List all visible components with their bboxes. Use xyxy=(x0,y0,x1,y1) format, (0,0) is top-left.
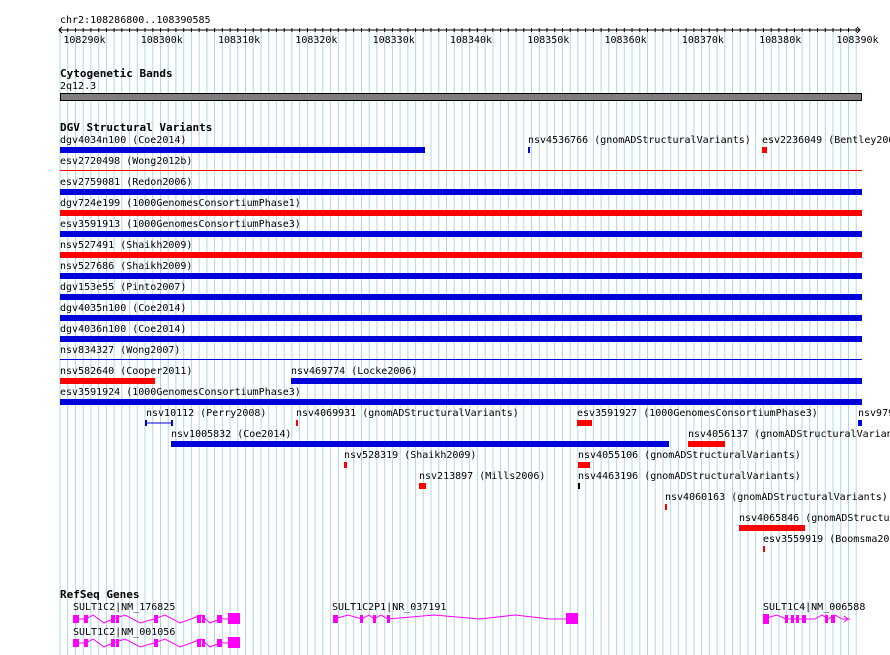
variant-label: nsv528319 (Shaikh2009) xyxy=(344,450,477,461)
variant-label: nsv4069931 (gnomADStructuralVariants) xyxy=(296,408,519,419)
ruler-tick-label: 108390k xyxy=(836,35,879,46)
variant-label: dgv153e55 (Pinto2007) xyxy=(60,282,187,293)
ruler-tick-label: 108290k xyxy=(63,35,106,46)
variant-bar-dgv724e199[interactable] xyxy=(60,210,862,216)
variant-label: nsv582640 (Cooper2011) xyxy=(60,366,193,377)
variant-bar-esv3559919[interactable] xyxy=(763,546,765,552)
ruler-tick-label: 108300k xyxy=(140,35,183,46)
dgv-track-title[interactable]: DGV Structural Variants xyxy=(60,122,212,134)
ruler-tick-label: 108320k xyxy=(295,35,338,46)
variant-label: nsv834327 (Wong2007) xyxy=(60,345,181,356)
variant-bar-nsv4069931[interactable] xyxy=(296,420,298,426)
variant-label: nsv4065846 (gnomADStructuralVariants) xyxy=(739,513,890,524)
variant-bar-esv3591924[interactable] xyxy=(60,399,862,405)
variant-bar-nsv834327[interactable] xyxy=(60,359,862,360)
variant-bar-nsv4056137[interactable] xyxy=(688,441,725,447)
variant-bar-esv3591927[interactable] xyxy=(577,420,592,426)
ruler-tick-label: 108370k xyxy=(681,35,724,46)
variant-bar-nsv527686[interactable] xyxy=(60,273,862,279)
variant-label: nsv4463196 (gnomADStructuralVariants) xyxy=(578,471,801,482)
variant-label: nsv213897 (Mills2006) xyxy=(419,471,546,482)
variant-label: nsv527491 (Shaikh2009) xyxy=(60,240,193,251)
variant-label: esv3591927 (1000GenomesConsortiumPhase3) xyxy=(577,408,818,419)
variant-bar-nsv4463196[interactable] xyxy=(578,483,580,489)
ruler-tick-label: 108360k xyxy=(604,35,647,46)
variant-label: nsv4060163 (gnomADStructuralVariants) xyxy=(665,492,888,503)
ruler-tick-label: 108350k xyxy=(527,35,570,46)
ruler-tick-label: 108330k xyxy=(372,35,415,46)
variant-bar-dgv4035n100[interactable] xyxy=(60,315,862,321)
gene-model-sult1c2-nm-176825[interactable] xyxy=(70,612,245,626)
gene-model-sult1c4-nm-006588[interactable] xyxy=(760,612,855,626)
ruler-axis xyxy=(58,26,861,34)
variant-label: dgv4034n100 (Coe2014) xyxy=(60,135,187,146)
variant-label: esv3591924 (1000GenomesConsortiumPhase3) xyxy=(60,387,301,398)
variant-label: esv2720498 (Wong2012b) xyxy=(60,156,193,167)
variant-label: dgv4035n100 (Coe2014) xyxy=(60,303,187,314)
variant-label: esv2236049 (Bentley2008) xyxy=(762,135,890,146)
variant-bar-nsv4055106[interactable] xyxy=(578,462,590,468)
variant-label: dgv724e199 (1000GenomesConsortiumPhase1) xyxy=(60,198,301,209)
variant-bar-nsv213897[interactable] xyxy=(419,483,426,489)
refseq-track-title[interactable]: RefSeq Genes xyxy=(60,589,139,601)
ruler-tick-label: 108340k xyxy=(449,35,493,46)
variant-bar-nsv1005832[interactable] xyxy=(171,441,669,447)
variant-bar-nsv4060163[interactable] xyxy=(665,504,667,510)
variant-bar-esv3591913[interactable] xyxy=(60,231,862,237)
variant-bar-nsv979[interactable] xyxy=(858,420,862,426)
variant-bar-esv2720498[interactable] xyxy=(60,170,862,171)
variant-label: esv2759081 (Redon2006) xyxy=(60,177,193,188)
variant-bar-nsv4065846[interactable] xyxy=(739,525,805,531)
variant-label: nsv979 xyxy=(858,408,890,419)
variant-label: nsv4056137 (gnomADStructuralVariants) xyxy=(688,429,890,440)
variant-label: esv3559919 (Boomsma2014) xyxy=(763,534,890,545)
variant-bar-dgv4036n100[interactable] xyxy=(60,336,862,342)
gene-model-sult1c2p1-nr-037191[interactable] xyxy=(330,612,580,626)
variant-bar-nsv469774[interactable] xyxy=(291,378,862,384)
variant-label: nsv1005832 (Coe2014) xyxy=(171,429,292,440)
cytoband-track-title[interactable]: Cytogenetic Bands xyxy=(60,68,173,80)
genome-browser-panel: chr2:108286800..108390585 108290k 108300k… xyxy=(0,0,890,655)
ruler-tick-label: 108380k xyxy=(759,35,802,46)
variant-bar-nsv582640[interactable] xyxy=(60,378,155,384)
variant-bar-esv2236049[interactable] xyxy=(762,147,767,153)
variant-bar-nsv527491[interactable] xyxy=(60,252,862,258)
variant-label: nsv469774 (Locke2006) xyxy=(291,366,418,377)
variant-bar-dgv153e55[interactable] xyxy=(60,294,862,300)
cytoband-label: 2q12.3 xyxy=(60,81,97,92)
variant-label: nsv4536766 (gnomADStructuralVariants) xyxy=(528,135,751,146)
variant-label: dgv4036n100 (Coe2014) xyxy=(60,324,187,335)
variant-bar-nsv4536766[interactable] xyxy=(528,147,530,153)
variant-bar-nsv10112[interactable] xyxy=(145,418,175,428)
variant-label: nsv4055106 (gnomADStructuralVariants) xyxy=(578,450,801,461)
ruler-tick-label: 108310k xyxy=(218,35,261,46)
cytoband-2q12-3[interactable] xyxy=(60,93,862,101)
variant-label: nsv527686 (Shaikh2009) xyxy=(60,261,193,272)
variant-label: esv3591913 (1000GenomesConsortiumPhase3) xyxy=(60,219,301,230)
variant-bar-esv2759081[interactable] xyxy=(60,189,862,195)
variant-bar-nsv528319[interactable] xyxy=(344,462,347,468)
variant-bar-dgv4034n100[interactable] xyxy=(60,147,425,153)
gene-model-sult1c2-nm-001056[interactable] xyxy=(70,636,245,650)
